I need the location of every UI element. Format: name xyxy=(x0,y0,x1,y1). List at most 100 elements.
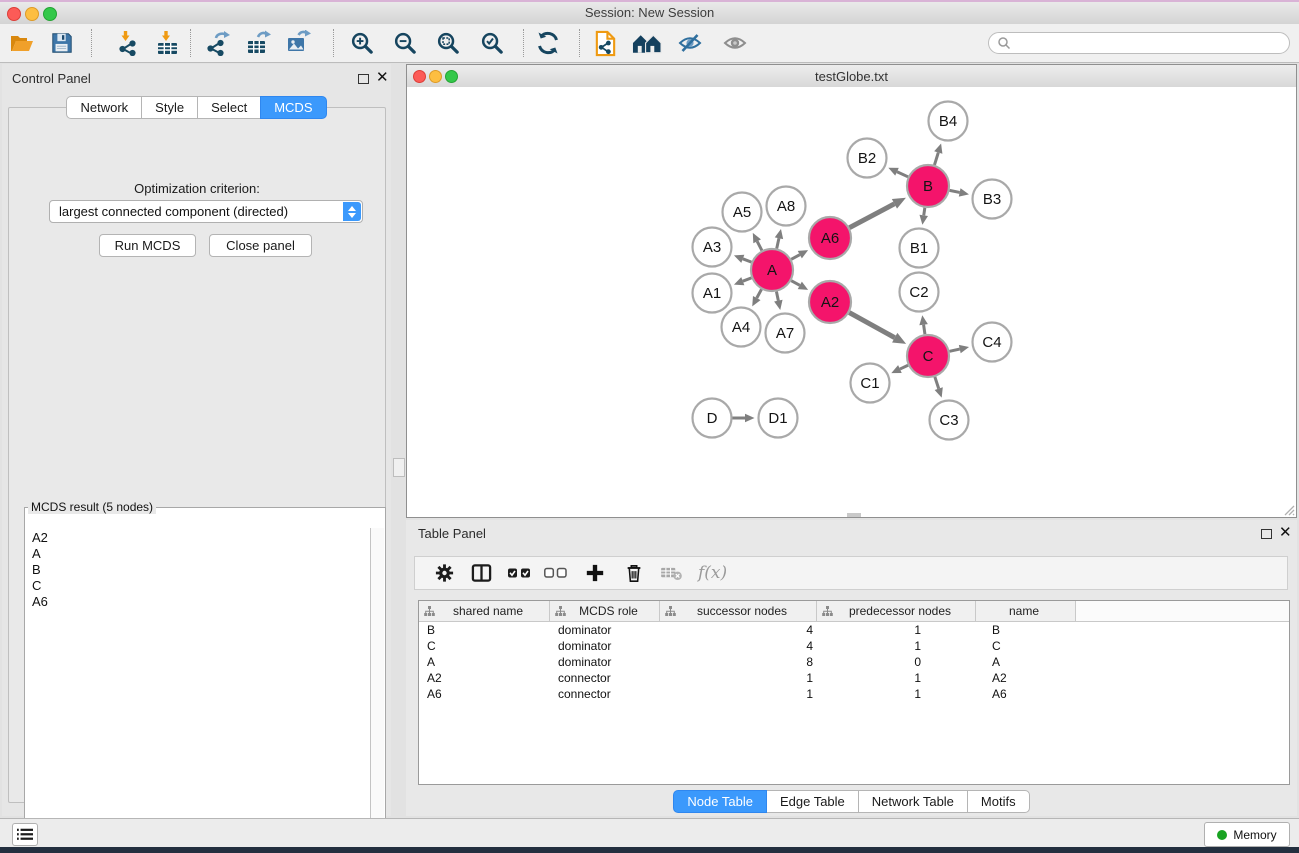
graph-node-B2[interactable]: B2 xyxy=(848,139,887,178)
search-input[interactable] xyxy=(988,32,1290,54)
graph-node-B3[interactable]: B3 xyxy=(973,180,1012,219)
deselect-all-button[interactable] xyxy=(544,568,568,579)
result-scrollbar[interactable] xyxy=(370,528,384,832)
float-table-panel-icon[interactable] xyxy=(1261,529,1272,539)
graph-edge-B-B4[interactable] xyxy=(934,153,938,165)
mcds-result-item[interactable]: C xyxy=(32,578,370,594)
table-row-c[interactable]: Cdominator41C xyxy=(419,638,1289,654)
graph-node-C4[interactable]: C4 xyxy=(973,323,1012,362)
tab-style[interactable]: Style xyxy=(141,96,198,119)
graph-edge-A2-C[interactable] xyxy=(849,313,894,338)
mcds-result-item[interactable]: B xyxy=(32,562,370,578)
tab-network-table[interactable]: Network Table xyxy=(858,790,968,813)
add-column-button[interactable] xyxy=(585,563,605,583)
graph-node-C1[interactable]: C1 xyxy=(851,364,890,403)
table-row-b[interactable]: Bdominator41B xyxy=(419,622,1289,638)
resize-grip-icon[interactable] xyxy=(1282,503,1295,516)
export-network-button[interactable] xyxy=(201,28,235,58)
graph-node-A8[interactable]: A8 xyxy=(767,187,806,226)
graph-edge-C-C3[interactable] xyxy=(935,377,939,389)
export-table-button[interactable] xyxy=(241,28,275,58)
graph-node-D1[interactable]: D1 xyxy=(759,399,798,438)
close-table-panel-icon[interactable]: ✕ xyxy=(1279,527,1292,539)
graph-edge-C-C2[interactable] xyxy=(924,325,925,335)
float-panel-icon[interactable] xyxy=(358,74,369,84)
graph-edge-B-B3[interactable] xyxy=(950,190,960,192)
table-row-a6[interactable]: A6connector11A6 xyxy=(419,686,1289,702)
graph-node-D[interactable]: D xyxy=(693,399,732,438)
zoom-fit-button[interactable] xyxy=(431,28,465,58)
open-session-button[interactable] xyxy=(5,28,39,58)
clipboard-network-button[interactable] xyxy=(588,28,622,58)
graph-edge-A-A8[interactable] xyxy=(777,238,779,248)
save-session-button[interactable] xyxy=(45,28,79,58)
run-mcds-button[interactable]: Run MCDS xyxy=(99,234,196,257)
splitter-handle[interactable] xyxy=(393,458,405,477)
table-row-a2[interactable]: A2connector11A2 xyxy=(419,670,1289,686)
criterion-dropdown[interactable]: largest connected component (directed) xyxy=(49,200,363,223)
tab-edge-table[interactable]: Edge Table xyxy=(766,790,859,813)
refresh-layout-button[interactable] xyxy=(531,28,565,58)
graph-node-B4[interactable]: B4 xyxy=(929,102,968,141)
graph-node-B1[interactable]: B1 xyxy=(900,229,939,268)
graph-node-A1[interactable]: A1 xyxy=(693,274,732,313)
memory-button[interactable]: Memory xyxy=(1204,822,1290,847)
import-network-button[interactable] xyxy=(111,28,145,58)
graph-node-C2[interactable]: C2 xyxy=(900,273,939,312)
tab-mcds[interactable]: MCDS xyxy=(260,96,326,119)
table-row-a[interactable]: Adominator80A xyxy=(419,654,1289,670)
graph-node-A[interactable]: A xyxy=(751,249,793,291)
network-canvas[interactable]: B4 B2 B B3 A8A5 A6 A3 B1 A C2 A1 A2 A4A7 C4 C C1 C3 D D1 xyxy=(407,87,1296,517)
graph-edge-A-A5[interactable] xyxy=(757,241,762,250)
graph-edge-A-A7[interactable] xyxy=(776,292,778,301)
graph-edge-B-B2[interactable] xyxy=(897,172,908,177)
graph-node-A4[interactable]: A4 xyxy=(722,308,761,347)
column-layout-button[interactable] xyxy=(471,563,492,584)
hide-panel-button[interactable] xyxy=(673,28,707,58)
column-header-shared-name[interactable]: shared name xyxy=(419,601,550,621)
graph-node-A5[interactable]: A5 xyxy=(723,193,762,232)
graph-edge-A-A4[interactable] xyxy=(757,289,762,298)
export-image-button[interactable] xyxy=(281,28,315,58)
graph-edge-C-C1[interactable] xyxy=(900,365,908,369)
column-header-mcds-role[interactable]: MCDS role xyxy=(550,601,660,621)
graph-edge-A-A2[interactable] xyxy=(791,281,800,286)
close-panel-icon[interactable]: ✕ xyxy=(376,72,389,84)
graph-edge-A-A3[interactable] xyxy=(743,259,752,262)
column-header-predecessor-nodes[interactable]: predecessor nodes xyxy=(817,601,976,621)
import-table-button[interactable] xyxy=(150,28,184,58)
tab-node-table[interactable]: Node Table xyxy=(673,790,767,813)
zoom-out-button[interactable] xyxy=(388,28,422,58)
mcds-result-item[interactable]: A2 xyxy=(32,530,370,546)
home-view-button[interactable] xyxy=(630,28,664,58)
tab-network[interactable]: Network xyxy=(66,96,142,119)
tab-select[interactable]: Select xyxy=(197,96,261,119)
horizontal-scrollbar-thumb[interactable] xyxy=(847,513,861,517)
delete-column-button[interactable] xyxy=(624,563,644,584)
show-panels-button[interactable] xyxy=(12,823,38,846)
graph-node-A6[interactable]: A6 xyxy=(809,217,851,259)
graph-node-C3[interactable]: C3 xyxy=(930,401,969,440)
graph-edge-C-C4[interactable] xyxy=(949,349,959,351)
column-header-name[interactable]: name xyxy=(976,601,1076,621)
graph-node-C[interactable]: C xyxy=(907,335,949,377)
select-all-button[interactable] xyxy=(508,568,532,579)
table-settings-button[interactable] xyxy=(434,563,455,584)
close-panel-button[interactable]: Close panel xyxy=(209,234,312,257)
mcds-result-item[interactable]: A xyxy=(32,546,370,562)
mcds-result-item[interactable]: A6 xyxy=(32,594,370,610)
graph-edge-A-A6[interactable] xyxy=(791,255,800,260)
graph-edge-A-A1[interactable] xyxy=(743,278,752,281)
zoom-in-button[interactable] xyxy=(345,28,379,58)
node-table[interactable]: shared nameMCDS rolesuccessor nodesprede… xyxy=(418,600,1290,785)
graph-node-A7[interactable]: A7 xyxy=(766,314,805,353)
tab-motifs[interactable]: Motifs xyxy=(967,790,1030,813)
graph-edge-B-B1[interactable] xyxy=(924,208,925,216)
show-panel-button[interactable] xyxy=(718,28,752,58)
column-header-successor-nodes[interactable]: successor nodes xyxy=(660,601,817,621)
graph-node-A3[interactable]: A3 xyxy=(693,228,732,267)
graph-node-A2[interactable]: A2 xyxy=(809,281,851,323)
graph-edge-A6-B[interactable] xyxy=(849,204,894,228)
zoom-selected-button[interactable] xyxy=(475,28,509,58)
graph-node-B[interactable]: B xyxy=(907,165,949,207)
